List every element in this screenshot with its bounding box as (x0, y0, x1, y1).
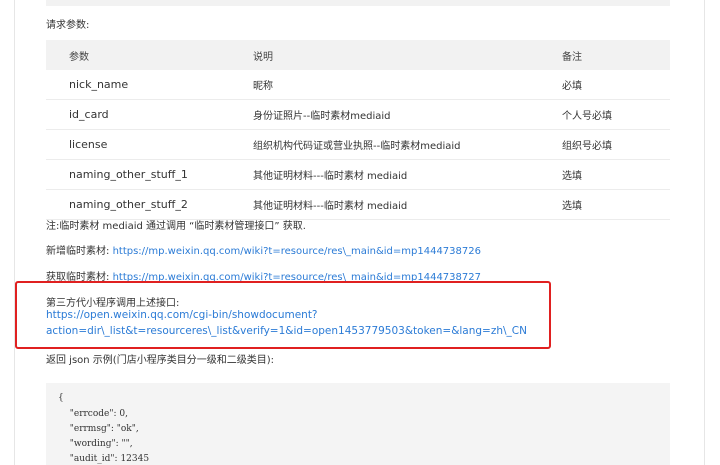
note-cell: 选填 (562, 159, 670, 190)
param-cell: naming_other_stuff_1 (46, 159, 253, 190)
params-table: 参数 说明 备注 nick_name 昵称 必填 id_card 身份证照片--… (46, 40, 670, 220)
note-cell: 个人号必填 (562, 99, 670, 130)
desc-cell: 身份证照片--临时素材mediaid (253, 99, 562, 130)
new-material-label: 新增临时素材: (46, 246, 113, 257)
code-line: { (58, 393, 64, 403)
header-param: 参数 (46, 40, 253, 70)
mediaid-note: 注:临时素材 mediaid 通过调用 “临时素材管理接口” 获取. (46, 221, 306, 232)
param-cell: nick_name (46, 70, 253, 100)
new-material-line: 新增临时素材: https://mp.weixin.qq.com/wiki?t=… (46, 242, 481, 257)
request-params-label: 请求参数: (46, 20, 90, 31)
desc-cell: 昵称 (253, 70, 562, 100)
code-line: "errmsg": "ok", (64, 424, 139, 434)
page-border-right (704, 0, 705, 465)
table-row: license 组织机构代码证或营业执照--临时素材mediaid 组织号必填 (46, 129, 670, 160)
table-row: id_card 身份证照片--临时素材mediaid 个人号必填 (46, 99, 670, 130)
code-block: { "errcode": 0, "errmsg": "ok", "wording… (46, 383, 670, 465)
return-json-label: 返回 json 示例(门店小程序类目分一级和二级类目): (46, 355, 274, 366)
previous-code-block-tail (46, 0, 670, 6)
note-cell: 组织号必填 (562, 129, 670, 160)
table-row: naming_other_stuff_2 其他证明材料---临时素材 media… (46, 189, 670, 220)
third-party-title: 第三方代小程序调用上述接口: (46, 298, 180, 309)
param-cell: license (46, 129, 253, 160)
desc-cell: 其他证明材料---临时素材 mediaid (253, 189, 562, 220)
table-header-row: 参数 说明 备注 (46, 40, 670, 70)
header-note: 备注 (562, 40, 670, 70)
header-desc: 说明 (253, 40, 562, 70)
param-cell: id_card (46, 99, 253, 130)
desc-cell: 组织机构代码证或营业执照--临时素材mediaid (253, 129, 562, 160)
note-cell: 必填 (562, 70, 670, 100)
table-row: nick_name 昵称 必填 (46, 70, 670, 100)
new-material-link[interactable]: https://mp.weixin.qq.com/wiki?t=resource… (113, 246, 481, 257)
desc-cell: 其他证明材料---临时素材 mediaid (253, 159, 562, 190)
third-party-link-line1[interactable]: https://open.weixin.qq.com/cgi-bin/showd… (46, 309, 318, 321)
code-line: "audit_id": 12345 (64, 454, 150, 464)
code-line: "errcode": 0, (64, 409, 128, 419)
param-cell: naming_other_stuff_2 (46, 189, 253, 220)
note-cell: 选填 (562, 189, 670, 220)
page-border-left (14, 0, 15, 465)
third-party-link-line2[interactable]: action=dir\_list&t=resourceres\_list&ver… (46, 325, 527, 337)
code-line: "wording": "", (64, 439, 133, 449)
table-row: naming_other_stuff_1 其他证明材料---临时素材 media… (46, 159, 670, 190)
